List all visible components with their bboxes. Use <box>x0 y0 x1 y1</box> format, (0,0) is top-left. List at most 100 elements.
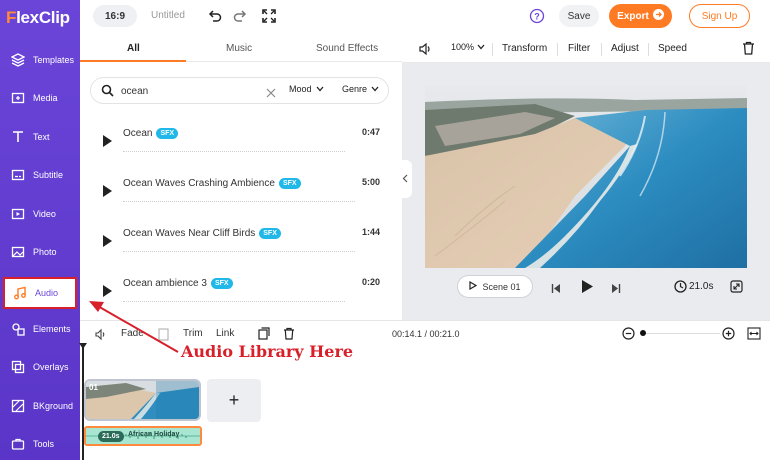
aspect-ratio-button[interactable]: 16:9 <box>93 5 137 27</box>
sidebar-item-audio[interactable]: Audio <box>3 277 77 309</box>
sidebar-item-label: Tools <box>33 439 55 449</box>
search-input[interactable] <box>121 83 261 99</box>
app-logo[interactable]: FlexClip <box>6 8 70 28</box>
text-icon <box>9 128 27 146</box>
list-item[interactable]: Ocean Waves Crashing Ambience SFX 5:00 <box>80 174 402 224</box>
search-icon <box>101 84 114 102</box>
volume-icon[interactable] <box>94 328 107 346</box>
music-note-icon <box>11 284 29 302</box>
sfx-badge: SFX <box>210 278 233 289</box>
sidebar-item-photo[interactable]: Photo <box>3 236 77 268</box>
track-duration: 1:44 <box>361 227 380 237</box>
sfx-badge: SFX <box>259 228 281 239</box>
background-icon <box>9 397 27 415</box>
trash-icon[interactable] <box>742 41 755 60</box>
transform-button[interactable]: Transform <box>502 43 547 54</box>
sidebar-item-text[interactable]: Text <box>3 121 77 153</box>
play-icon[interactable] <box>103 135 112 147</box>
filter-button[interactable]: Filter <box>568 43 590 54</box>
list-item[interactable]: Ocean Waves Near Cliff Birds SFX 1:44 <box>80 224 402 274</box>
tab-music[interactable]: Music <box>226 43 252 54</box>
zoom-slider-handle[interactable] <box>640 330 646 336</box>
preview-toolbar: 100% Transform Filter Adjust Speed <box>402 36 770 63</box>
split-icon[interactable] <box>158 328 169 346</box>
chevron-left-icon <box>402 170 408 188</box>
fade-button[interactable]: Fade <box>121 328 144 339</box>
scene-clip[interactable]: 01 <box>84 379 201 421</box>
sidebar-item-overlays[interactable]: Overlays <box>3 351 77 383</box>
audio-clip[interactable]: 21.0s African Holiday <box>84 426 202 446</box>
signup-button[interactable]: Sign Up <box>689 4 750 28</box>
genre-filter[interactable]: Genre <box>342 84 379 94</box>
mood-filter[interactable]: Mood <box>289 84 324 94</box>
fullscreen-icon[interactable] <box>261 8 277 24</box>
play-button[interactable] <box>581 279 594 299</box>
clear-search-icon[interactable] <box>266 85 276 103</box>
playhead-handle[interactable] <box>79 343 87 349</box>
video-icon <box>9 205 27 223</box>
sidebar-item-media[interactable]: Media <box>3 82 77 114</box>
sidebar-item-bkground[interactable]: BKground <box>3 390 77 422</box>
sfx-badge: SFX <box>278 178 301 189</box>
save-button[interactable]: Save <box>559 5 599 27</box>
sfx-badge: SFX <box>156 128 179 139</box>
scene-selector[interactable]: Scene 01 <box>457 275 533 298</box>
skip-back-icon[interactable] <box>551 281 561 299</box>
audio-tabs: All Music Sound Effects <box>80 36 402 62</box>
audio-clip-duration: 21.0s <box>98 431 124 442</box>
export-button[interactable]: Export <box>609 4 672 28</box>
audio-library-panel: All Music Sound Effects Mood Genre Ocean… <box>80 36 402 320</box>
sidebar-item-elements[interactable]: Elements <box>3 313 77 345</box>
play-icon[interactable] <box>103 285 112 297</box>
zoom-out-icon[interactable] <box>622 327 635 345</box>
sidebar-item-video[interactable]: Video <box>3 198 77 230</box>
photo-icon <box>9 243 27 261</box>
sidebar-item-label: BKground <box>33 401 74 411</box>
toolbox-icon <box>9 435 27 453</box>
track-title: Ocean ambience 3 SFX <box>123 278 233 289</box>
chevron-down-icon <box>477 42 485 52</box>
mood-filter-label: Mood <box>289 84 312 94</box>
sidebar-item-label: Overlays <box>33 362 69 372</box>
track-duration: 0:20 <box>361 277 380 287</box>
waveform <box>123 201 355 203</box>
sidebar-item-subtitle[interactable]: Subtitle <box>3 159 77 191</box>
project-title[interactable]: Untitled <box>151 10 185 21</box>
search-bar: Mood Genre <box>90 77 389 104</box>
tab-all[interactable]: All <box>127 43 140 54</box>
track-title: Ocean Waves Near Cliff Birds SFX <box>123 228 281 239</box>
tab-sound-effects[interactable]: Sound Effects <box>316 43 378 54</box>
zoom-slider-track[interactable] <box>640 330 720 336</box>
fit-timeline-icon[interactable] <box>747 327 761 345</box>
sidebar-item-tools[interactable]: Tools <box>3 428 77 460</box>
expand-preview-icon[interactable] <box>730 280 743 298</box>
add-scene-button[interactable]: + <box>207 379 261 422</box>
subtitle-icon <box>9 166 27 184</box>
play-icon[interactable] <box>103 185 112 197</box>
undo-icon[interactable] <box>207 8 223 24</box>
trim-button[interactable]: Trim <box>183 328 203 339</box>
scene-thumbnail <box>86 381 199 419</box>
zoom-in-icon[interactable] <box>722 327 735 345</box>
list-item[interactable]: Ocean ambience 3 SFX 0:20 <box>80 274 402 324</box>
beach-scene-image <box>425 86 747 268</box>
chevron-down-icon <box>316 84 324 94</box>
play-icon[interactable] <box>103 235 112 247</box>
layers-icon <box>9 51 27 69</box>
collapse-panel-button[interactable] <box>398 160 412 198</box>
waveform <box>123 251 355 253</box>
adjust-button[interactable]: Adjust <box>611 43 639 54</box>
sidebar-item-label: Audio <box>35 288 59 298</box>
sidebar-item-templates[interactable]: Templates <box>3 44 77 76</box>
help-icon[interactable]: ? <box>529 8 545 24</box>
volume-icon[interactable] <box>418 42 432 61</box>
zoom-select[interactable]: 100% <box>451 42 485 52</box>
chevron-down-icon <box>371 84 379 94</box>
redo-icon[interactable] <box>232 8 248 24</box>
speed-button[interactable]: Speed <box>658 43 687 54</box>
skip-forward-icon[interactable] <box>611 281 621 299</box>
list-item[interactable]: Ocean SFX 0:47 <box>80 124 402 174</box>
link-button[interactable]: Link <box>216 328 234 339</box>
video-preview[interactable] <box>425 86 747 268</box>
clock-icon <box>674 280 687 298</box>
